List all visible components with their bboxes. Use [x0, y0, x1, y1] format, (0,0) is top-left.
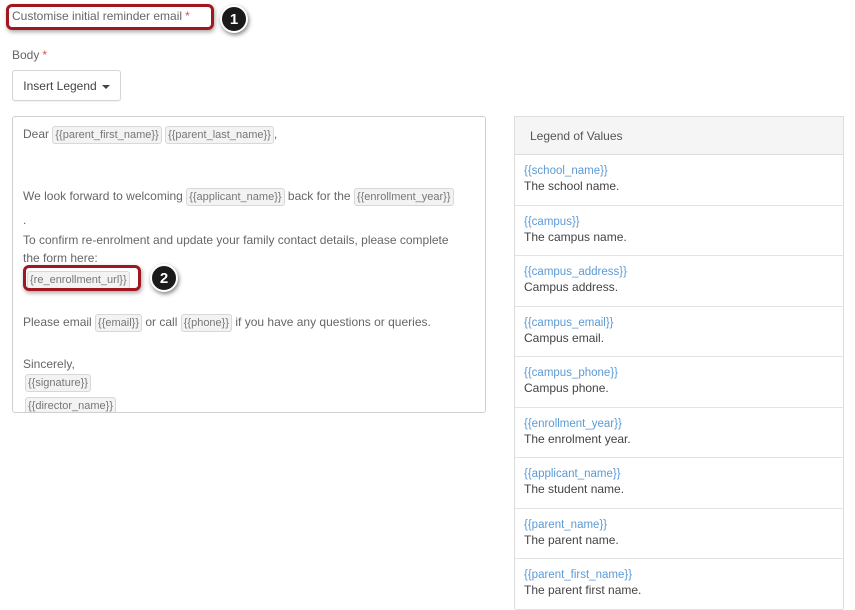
- contact-post-text: if you have any questions or queries.: [235, 315, 431, 329]
- token-phone[interactable]: {{phone}}: [180, 314, 233, 332]
- legend-item-key[interactable]: {{school_name}}: [524, 164, 843, 178]
- required-mark: *: [185, 9, 190, 23]
- greeting-text: Dear: [23, 127, 50, 141]
- required-mark: *: [42, 48, 48, 62]
- callout-badge-2: 2: [150, 264, 178, 292]
- callout-badge-1: 1: [220, 5, 248, 33]
- legend-item-description: Campus phone.: [524, 381, 609, 395]
- body-label: Body *: [12, 48, 47, 62]
- url-highlight: [23, 265, 141, 291]
- greeting-line: Dear {{parent_first_name}} {{parent_last…: [23, 126, 277, 144]
- legend-item[interactable]: {{campus_address}} Campus address.: [515, 256, 843, 307]
- welcome-line: We look forward to welcoming {{applicant…: [23, 188, 454, 206]
- insert-legend-label: Insert Legend: [23, 78, 97, 93]
- greeting-comma: ,: [273, 127, 278, 141]
- legend-item[interactable]: {{parent_first_name}} The parent first na…: [515, 559, 843, 610]
- legend-item-description: The student name.: [524, 482, 625, 496]
- confirm-line-1: To confirm re-enrolment and update your …: [23, 233, 449, 247]
- legend-item[interactable]: {{campus_email}} Campus email.: [515, 307, 843, 357]
- field-label-customise-initial-reminder: Customise initial reminder email *: [12, 9, 190, 23]
- legend-item[interactable]: {{campus}} The campus name.: [515, 206, 843, 256]
- token-email[interactable]: {{email}}: [95, 314, 143, 332]
- legend-item-key[interactable]: {{applicant_name}}: [524, 467, 843, 481]
- legend-item-description: The school name.: [524, 179, 620, 193]
- contact-mid-text: or call: [145, 315, 178, 329]
- token-applicant-name[interactable]: {{applicant_name}}: [186, 188, 285, 206]
- legend-item-key[interactable]: {{campus_address}}: [524, 265, 843, 279]
- welcome-mid-text: back for the: [287, 189, 351, 203]
- legend-item-description: Campus address.: [524, 280, 619, 294]
- period-line: .: [23, 213, 27, 227]
- token-enrollment-year[interactable]: {{enrollment_year}}: [353, 188, 454, 206]
- legend-item-description: The parent name.: [524, 532, 619, 547]
- legend-item-description: The parent first name.: [524, 583, 642, 597]
- legend-item[interactable]: {{parent_name}} The parent name.: [515, 509, 843, 559]
- legend-item-key[interactable]: {{parent_first_name}}: [524, 568, 843, 582]
- legend-item[interactable]: {{school_name}} The school name.: [515, 155, 843, 206]
- contact-line: Please email {{email}} or call {{phone}}…: [23, 314, 431, 332]
- legend-item-key[interactable]: {{parent_name}}: [524, 518, 843, 532]
- legend-item[interactable]: {{campus_phone}} Campus phone.: [515, 357, 843, 408]
- caret-down-icon: [101, 84, 110, 89]
- confirm-line-2: the form here:: [23, 251, 98, 265]
- insert-legend-button[interactable]: Insert Legend: [12, 70, 121, 101]
- legend-item-key[interactable]: {{campus}}: [524, 215, 843, 229]
- legend-item-key[interactable]: {{campus_email}}: [524, 316, 843, 330]
- body-label-text: Body: [12, 48, 40, 62]
- legend-item-description: Campus email.: [524, 330, 605, 345]
- legend-item-description: The enrolment year.: [524, 431, 631, 446]
- director-line: {{director_name}}: [25, 397, 117, 412]
- legend-item-key[interactable]: {{campus_phone}}: [524, 366, 843, 380]
- legend-header: Legend of Values: [515, 117, 843, 155]
- legend-item-description: The campus name.: [524, 229, 627, 244]
- contact-text: Please email: [23, 315, 92, 329]
- legend-item-key[interactable]: {{enrollment_year}}: [524, 417, 843, 431]
- legend-of-values-panel: Legend of Values {{school_name}} The scho…: [514, 116, 844, 610]
- heading-label-text: Customise initial reminder email: [12, 9, 183, 23]
- sign-off-line: Sincerely,: [23, 357, 75, 371]
- legend-list: {{school_name}} The school name. {{campus}…: [515, 155, 843, 610]
- token-parent-last-name[interactable]: {{parent_last_name}}: [165, 126, 274, 144]
- token-signature[interactable]: {{signature}}: [25, 374, 91, 392]
- token-parent-first-name[interactable]: {{parent_first_name}}: [52, 126, 162, 144]
- legend-item[interactable]: {{enrollment_year}} The enrolment year.: [515, 408, 843, 458]
- welcome-text: We look forward to welcoming: [23, 189, 183, 203]
- signature-line: {{signature}}: [25, 374, 91, 392]
- legend-item[interactable]: {{applicant_name}} The student name.: [515, 458, 843, 509]
- token-director-name[interactable]: {{director_name}}: [25, 397, 117, 412]
